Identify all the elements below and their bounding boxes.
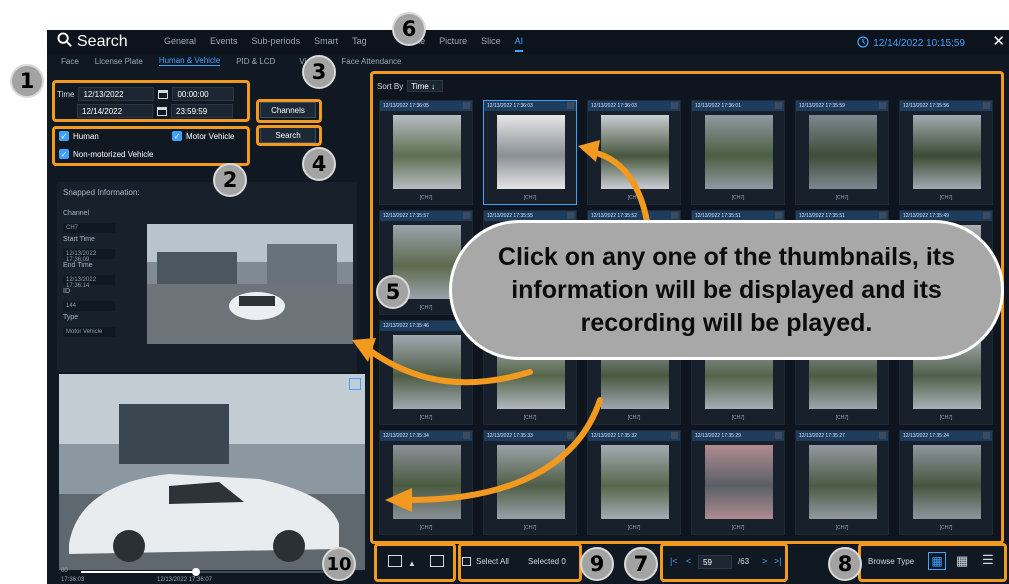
badge-9: 9 xyxy=(580,547,614,581)
badge-1: 1 xyxy=(10,64,44,98)
instruction-text: Click on any one of the thumbnails, its … xyxy=(498,242,955,337)
badge-3: 3 xyxy=(302,55,336,89)
badge-4: 4 xyxy=(302,147,336,181)
badge-2: 2 xyxy=(213,163,247,197)
instruction-callout: Click on any one of the thumbnails, its … xyxy=(449,220,1004,360)
badge-6: 6 xyxy=(392,12,426,46)
badge-5: 5 xyxy=(376,275,410,309)
badge-7: 7 xyxy=(624,547,658,581)
badge-8: 8 xyxy=(828,547,862,581)
badge-10: 10 xyxy=(322,547,356,581)
